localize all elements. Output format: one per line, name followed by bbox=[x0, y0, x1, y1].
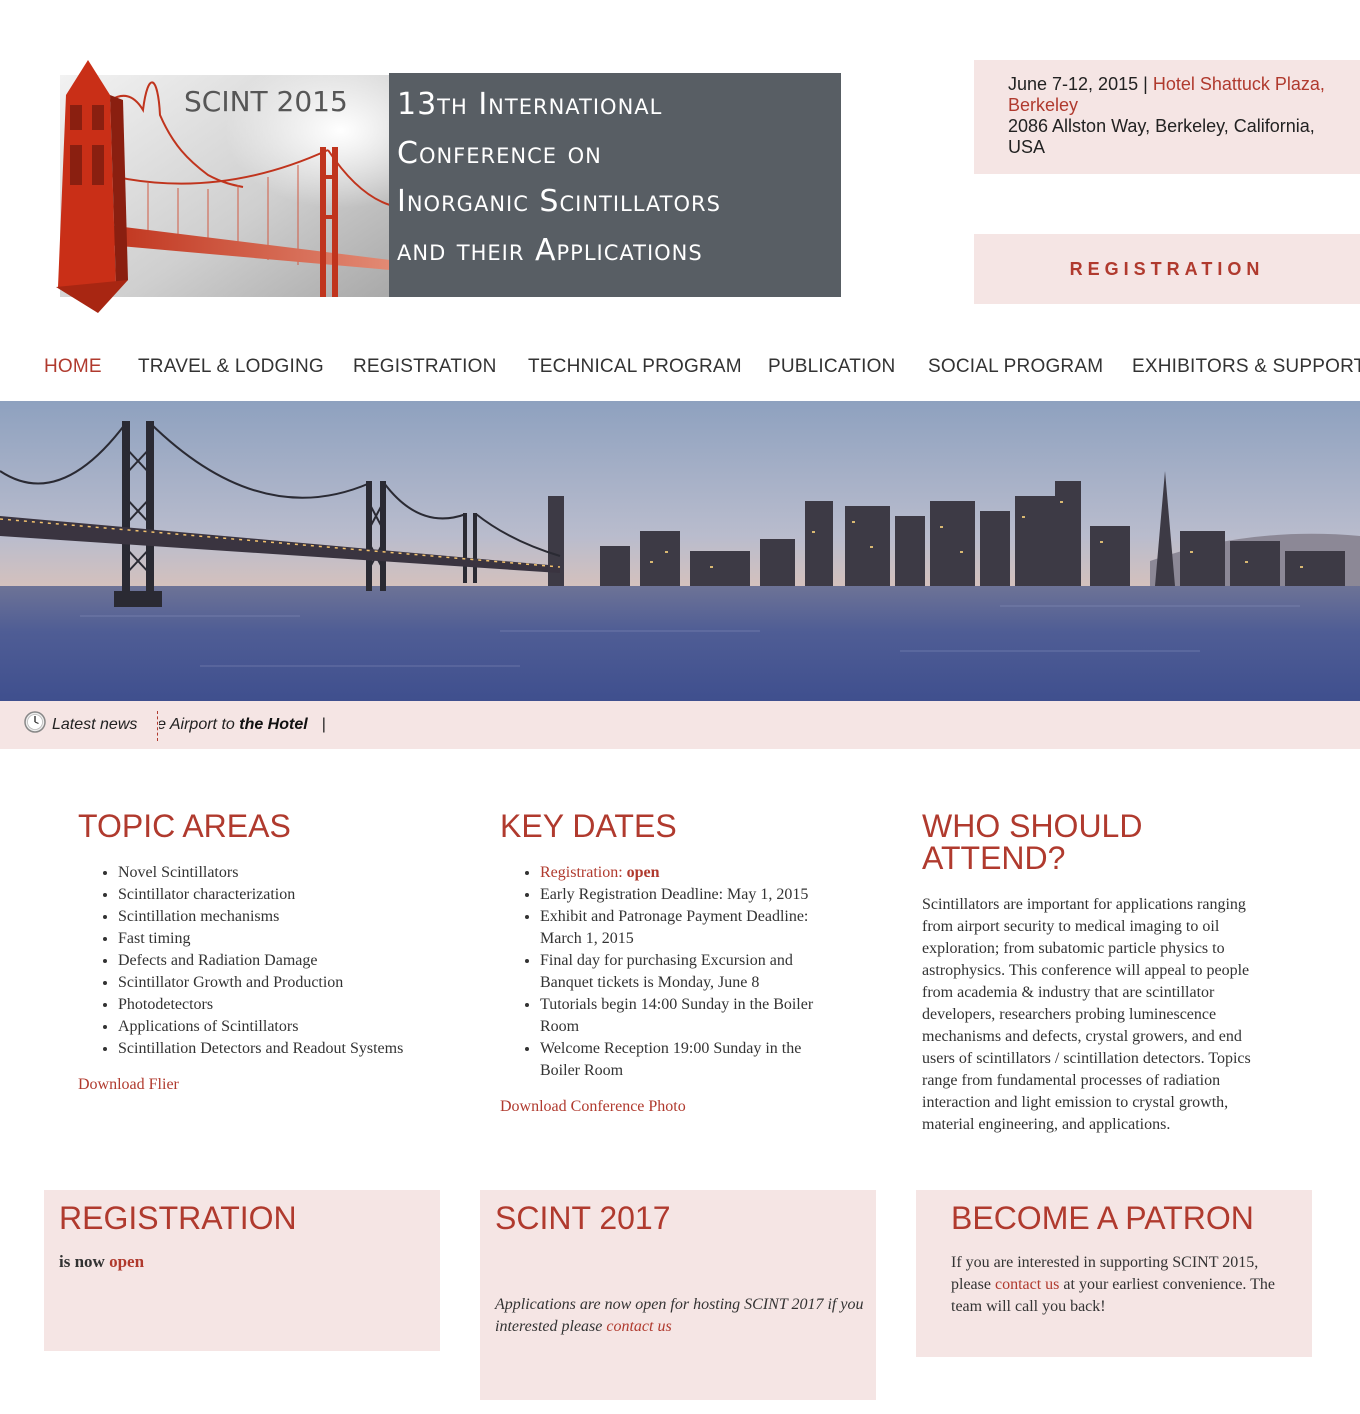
list-item: Tutorials begin 14:00 Sunday in the Boil… bbox=[540, 994, 845, 1038]
ticker-divider bbox=[157, 711, 158, 741]
list-item: Early Registration Deadline: May 1, 2015 bbox=[540, 884, 845, 906]
registration-status: open bbox=[626, 864, 660, 881]
list-item: Defects and Radiation Damage bbox=[118, 950, 418, 972]
download-flier-link[interactable]: Download Flier bbox=[78, 1076, 418, 1094]
nav-item-technical-program[interactable]: TECHNICAL PROGRAM bbox=[528, 356, 742, 378]
download-conference-photo-link[interactable]: Download Conference Photo bbox=[500, 1098, 845, 1116]
scint-2017-text: Applications are now open for hosting SC… bbox=[495, 1294, 865, 1338]
scint-2017-contact-link[interactable]: contact us bbox=[606, 1318, 671, 1335]
registration-box: REGISTRATION is now open bbox=[44, 1190, 440, 1351]
nav-item-registration[interactable]: REGISTRATION bbox=[353, 356, 497, 378]
registration-button[interactable]: REGISTRATION bbox=[974, 234, 1360, 304]
scint-2017-box: SCINT 2017 Applications are now open for… bbox=[480, 1190, 876, 1400]
main-nav: HOME TRAVEL & LODGING REGISTRATION TECHN… bbox=[0, 356, 1360, 382]
ticker-news-emphasis: the Hotel bbox=[239, 716, 308, 733]
list-item: Novel Scintillators bbox=[118, 862, 418, 884]
registration-box-label: is now bbox=[59, 1252, 110, 1271]
topic-areas-heading: TOPIC AREAS bbox=[78, 808, 291, 844]
list-item: Applications of Scintillators bbox=[118, 1016, 418, 1038]
list-item: Welcome Reception 19:00 Sunday in the Bo… bbox=[540, 1038, 845, 1082]
key-dates-section: KEY DATES Registration: open Early Regis… bbox=[500, 810, 845, 1116]
nav-item-travel-lodging[interactable]: TRAVEL & LODGING bbox=[138, 356, 324, 378]
latest-news-ticker: Latest news m the Airport to the Hotel | bbox=[0, 701, 1360, 749]
ticker-bar: | bbox=[321, 716, 326, 733]
event-separator: | bbox=[1143, 74, 1148, 94]
conference-title-box: 13th International Conference on Inorgan… bbox=[389, 73, 841, 297]
ticker-news-item[interactable]: m the Airport to the Hotel | bbox=[159, 716, 326, 733]
list-item: Scintillator Growth and Production bbox=[118, 972, 418, 994]
ticker-news-text: m the Airport to bbox=[159, 716, 235, 733]
list-item: Scintillator characterization bbox=[118, 884, 418, 906]
registration-open-link[interactable]: open bbox=[109, 1252, 144, 1271]
scint-2017-heading: SCINT 2017 bbox=[495, 1200, 671, 1236]
event-info-panel: June 7-12, 2015 | Hotel Shattuck Plaza, … bbox=[974, 60, 1360, 174]
list-item: Photodetectors bbox=[118, 994, 418, 1016]
nav-item-publication[interactable]: PUBLICATION bbox=[768, 356, 895, 378]
become-patron-text: If you are interested in supporting SCIN… bbox=[951, 1252, 1301, 1318]
golden-gate-logo-graphic: SCINT 2015 bbox=[56, 60, 390, 313]
event-address: 2086 Allston Way, Berkeley, California, … bbox=[1008, 116, 1315, 157]
conference-title-line-3: Inorganic Scintillators bbox=[397, 184, 721, 219]
nav-item-home[interactable]: HOME bbox=[44, 356, 102, 378]
list-item: Exhibit and Patronage Payment Deadline: … bbox=[540, 906, 845, 950]
become-patron-heading: BECOME A PATRON bbox=[951, 1200, 1254, 1236]
logo-scint-tag: SCINT 2015 bbox=[184, 85, 348, 118]
key-dates-list: Registration: open Early Registration De… bbox=[500, 862, 845, 1082]
list-item[interactable]: Registration: open bbox=[540, 862, 845, 884]
conference-title-line-2: Conference on bbox=[397, 135, 602, 171]
topic-list: Novel Scintillators Scintillator charact… bbox=[78, 862, 418, 1060]
scint-2017-description: Applications are now open for hosting SC… bbox=[495, 1296, 864, 1335]
registration-status-link[interactable]: Registration: open bbox=[540, 864, 660, 881]
nav-item-social-program[interactable]: SOCIAL PROGRAM bbox=[928, 356, 1103, 378]
list-item: Final day for purchasing Excursion and B… bbox=[540, 950, 845, 994]
patron-contact-link[interactable]: contact us bbox=[995, 1276, 1059, 1293]
topic-areas-section: TOPIC AREAS Novel Scintillators Scintill… bbox=[78, 810, 418, 1094]
list-item: Scintillation Detectors and Readout Syst… bbox=[118, 1038, 418, 1060]
conference-title-line-1: 13th International bbox=[397, 87, 663, 122]
registration-box-heading: REGISTRATION bbox=[59, 1200, 297, 1236]
who-should-attend-heading: WHO SHOULD ATTEND? bbox=[922, 808, 1143, 876]
clock-icon bbox=[24, 711, 46, 733]
bay-bridge-skyline-photo bbox=[0, 401, 1360, 701]
conference-title-line-4: and their Applications bbox=[397, 232, 703, 268]
nav-item-exhibitors-supporters[interactable]: EXHIBITORS & SUPPORTERS bbox=[1132, 356, 1360, 378]
become-patron-box: BECOME A PATRON If you are interested in… bbox=[916, 1190, 1312, 1357]
key-dates-heading: KEY DATES bbox=[500, 808, 677, 844]
registration-box-text: is now open bbox=[59, 1252, 440, 1272]
registration-label: Registration: bbox=[540, 864, 627, 881]
ticker-label: Latest news bbox=[52, 716, 138, 733]
conference-logo[interactable]: SCINT 2015 13th International Conference… bbox=[48, 55, 843, 315]
event-dates: June 7-12, 2015 bbox=[1008, 74, 1139, 94]
who-should-attend-text: Scintillators are important for applicat… bbox=[922, 896, 1251, 1133]
list-item: Fast timing bbox=[118, 928, 418, 950]
who-should-attend-section: WHO SHOULD ATTEND? Scintillators are imp… bbox=[922, 810, 1282, 1136]
list-item: Scintillation mechanisms bbox=[118, 906, 418, 928]
ticker-window: m the Airport to the Hotel | bbox=[159, 716, 399, 738]
